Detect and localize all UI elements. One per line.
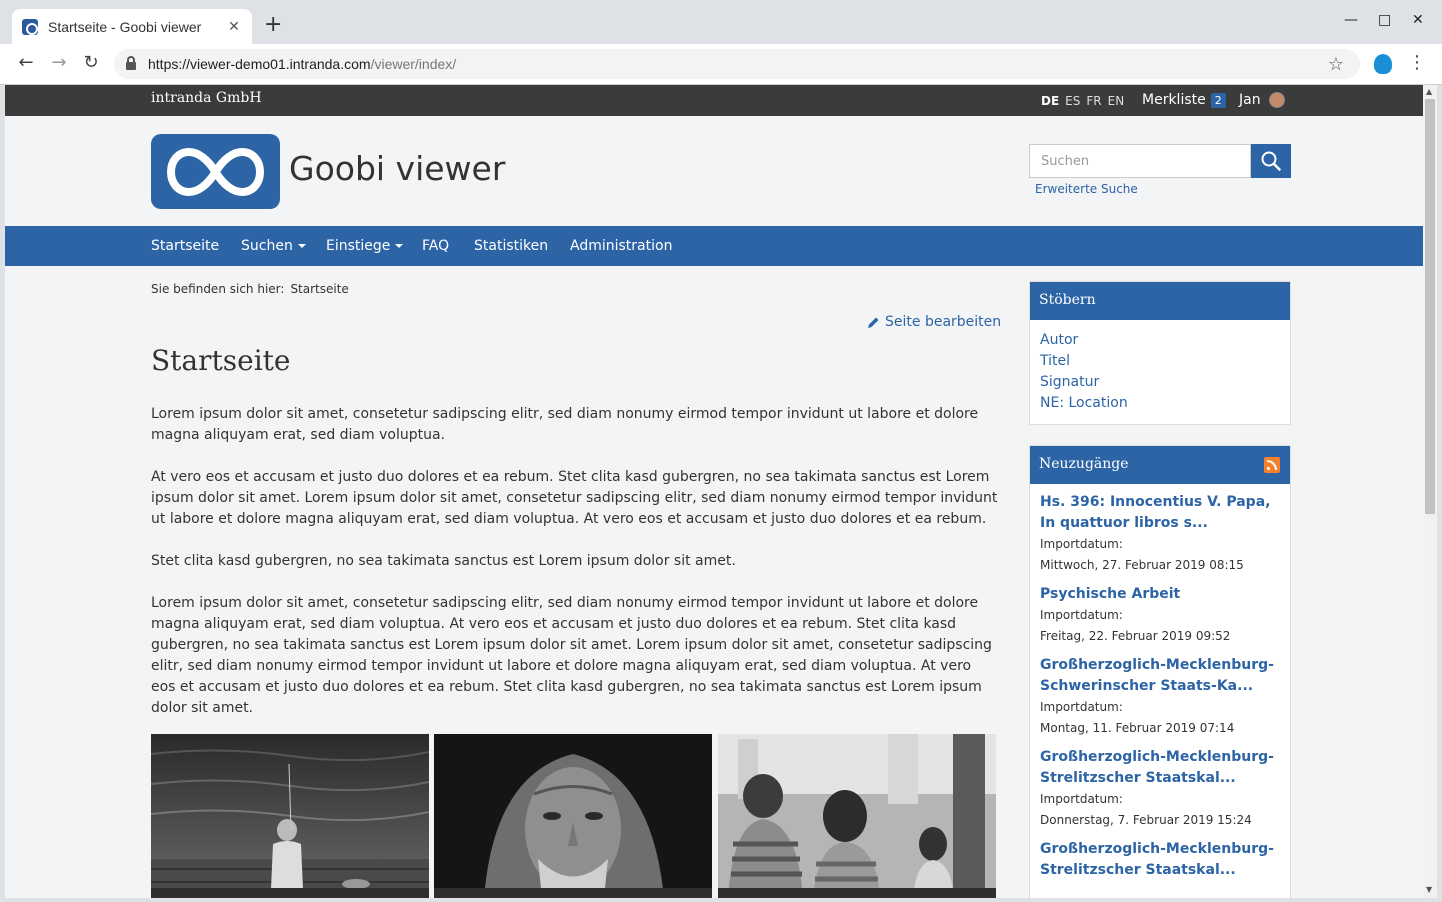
photo-child-fishing[interactable] <box>151 734 429 898</box>
nav-startseite[interactable]: Startseite <box>151 238 219 254</box>
main-navigation: Startseite Suchen Einstiege FAQ Statisti… <box>5 226 1423 266</box>
nav-administration[interactable]: Administration <box>570 238 672 254</box>
pencil-icon <box>868 317 879 328</box>
user-name: Jan <box>1239 92 1261 108</box>
list-item: Großherzoglich-Mecklenburg-Schwerinscher… <box>1040 655 1280 739</box>
browser-menu-icon[interactable]: ⋮ <box>1408 53 1426 73</box>
avatar <box>1268 92 1285 108</box>
merkliste-link[interactable]: Merkliste 2 <box>1142 92 1226 108</box>
browse-widget: Stöbern Autor Titel Signatur NE: Locatio… <box>1029 281 1291 425</box>
search-icon <box>1261 151 1281 171</box>
page-viewport: intranda GmbH DE ES FR EN Merkliste 2 Ja… <box>5 85 1423 898</box>
new-items-widget-header: Neuzugänge <box>1030 446 1290 484</box>
tab-title: Startseite - Goobi viewer <box>48 18 202 35</box>
browser-tab[interactable]: Startseite - Goobi viewer ✕ <box>12 9 252 44</box>
list-item: Psychische Arbeit Importdatum: Freitag, … <box>1040 584 1280 647</box>
edit-page-label: Seite bearbeiten <box>885 314 1002 330</box>
list-item: Großherzoglich-Mecklenburg-Strelitzscher… <box>1040 839 1280 881</box>
merkliste-label: Merkliste <box>1142 92 1206 108</box>
list-item: Großherzoglich-Mecklenburg-Strelitzscher… <box>1040 747 1280 831</box>
nav-suchen[interactable]: Suchen <box>241 238 306 254</box>
import-date-value: Montag, 11. Februar 2019 07:14 <box>1040 721 1235 735</box>
content-paragraph: At vero eos et accusam et justo duo dolo… <box>151 469 998 527</box>
new-item-title[interactable]: Psychische Arbeit <box>1040 584 1280 605</box>
scrollbar-thumb[interactable] <box>1425 99 1435 514</box>
photo-gallery <box>151 734 996 898</box>
favicon-icon <box>22 18 38 35</box>
content-paragraph: Lorem ipsum dolor sit amet, consetetur s… <box>151 595 992 716</box>
import-date-value: Donnerstag, 7. Februar 2019 15:24 <box>1040 813 1252 827</box>
advanced-search-link[interactable]: Erweiterte Suche <box>1035 182 1138 196</box>
tab-close-icon[interactable]: ✕ <box>226 19 242 35</box>
new-item-title[interactable]: Großherzoglich-Mecklenburg-Schwerinscher… <box>1040 655 1280 697</box>
content-paragraph: Lorem ipsum dolor sit amet, consetetur s… <box>151 406 979 443</box>
infinity-logo-icon <box>167 147 264 197</box>
import-date-label: Importdatum: <box>1040 537 1123 551</box>
import-date-label: Importdatum: <box>1040 792 1123 806</box>
new-tab-button[interactable]: + <box>264 14 282 36</box>
search-button[interactable] <box>1251 144 1291 178</box>
browser-tabbar: Startseite - Goobi viewer ✕ + — □ ✕ <box>0 0 1442 44</box>
search-input[interactable] <box>1029 144 1251 178</box>
browse-link-titel[interactable]: Titel <box>1040 351 1280 372</box>
import-date-value: Freitag, 22. Februar 2019 09:52 <box>1040 629 1231 643</box>
new-item-title[interactable]: Großherzoglich-Mecklenburg-Strelitzscher… <box>1040 839 1280 881</box>
browse-link-autor[interactable]: Autor <box>1040 330 1280 351</box>
language-switcher: DE ES FR EN <box>1041 94 1124 108</box>
extension-icon[interactable] <box>1374 54 1392 74</box>
scroll-up-arrow-icon[interactable]: ▲ <box>1426 87 1432 96</box>
maximize-button[interactable]: □ <box>1378 12 1391 28</box>
close-window-button[interactable]: ✕ <box>1412 12 1424 28</box>
new-item-title[interactable]: Hs. 396: Innocentius V. Papa, In quattuo… <box>1040 492 1280 534</box>
content-paragraph: Stet clita kasd gubergren, no sea takima… <box>151 553 736 569</box>
new-items-widget: Neuzugänge Hs. 396: Innocentius V. Papa,… <box>1029 445 1291 898</box>
page-scrollbar[interactable]: ▲ ▼ <box>1423 85 1437 898</box>
edit-page-link[interactable]: Seite bearbeiten <box>867 314 1001 330</box>
browse-widget-title: Stöbern <box>1030 282 1290 320</box>
new-items-widget-title: Neuzugänge <box>1039 456 1129 472</box>
nav-statistiken[interactable]: Statistiken <box>474 238 548 254</box>
bookmark-star-icon[interactable]: ☆ <box>1328 54 1344 75</box>
photo-old-man[interactable] <box>434 734 712 898</box>
breadcrumb-current[interactable]: Startseite <box>290 282 348 296</box>
rss-icon[interactable] <box>1264 457 1280 473</box>
site-logo[interactable] <box>151 134 280 209</box>
scroll-down-arrow-icon[interactable]: ▼ <box>1426 885 1432 894</box>
merkliste-count-badge: 2 <box>1210 92 1226 108</box>
caret-down-icon <box>297 244 306 248</box>
import-date-value: Mittwoch, 27. Februar 2019 08:15 <box>1040 558 1244 572</box>
forward-button[interactable]: → <box>47 52 71 73</box>
site-title: Goobi viewer <box>289 149 506 188</box>
lang-es[interactable]: ES <box>1065 94 1080 108</box>
import-date-label: Importdatum: <box>1040 700 1123 714</box>
company-name: intranda GmbH <box>151 90 262 106</box>
lang-fr[interactable]: FR <box>1086 94 1101 108</box>
list-item: Hs. 396: Innocentius V. Papa, In quattuo… <box>1040 492 1280 576</box>
new-item-title[interactable]: Großherzoglich-Mecklenburg-Strelitzscher… <box>1040 747 1280 789</box>
lang-en[interactable]: EN <box>1108 94 1125 108</box>
page-title: Startseite <box>151 344 291 377</box>
main-content: Lorem ipsum dolor sit amet, consetetur s… <box>151 404 999 740</box>
nav-einstiege[interactable]: Einstiege <box>326 238 404 254</box>
top-bar: intranda GmbH DE ES FR EN Merkliste 2 Ja… <box>5 85 1423 116</box>
back-button[interactable]: ← <box>14 52 38 73</box>
breadcrumb-prefix: Sie befinden sich hier: <box>151 282 285 296</box>
nav-faq[interactable]: FAQ <box>422 238 449 254</box>
reload-button[interactable]: ↻ <box>79 52 103 73</box>
browser-toolbar: ← → ↻ https://viewer-demo01.intranda.com… <box>0 44 1442 85</box>
browse-link-location[interactable]: NE: Location <box>1040 393 1280 414</box>
photo-children-street[interactable] <box>718 734 996 898</box>
breadcrumb: Sie befinden sich hier: Startseite <box>151 282 349 296</box>
minimize-button[interactable]: — <box>1344 12 1358 28</box>
browse-link-signatur[interactable]: Signatur <box>1040 372 1280 393</box>
lock-icon <box>126 56 136 70</box>
caret-down-icon <box>395 244 404 248</box>
lang-de[interactable]: DE <box>1041 94 1059 108</box>
user-menu[interactable]: Jan <box>1239 92 1285 108</box>
url-text: https://viewer-demo01.intranda.com/viewe… <box>148 56 457 72</box>
address-bar[interactable]: https://viewer-demo01.intranda.com/viewe… <box>114 49 1360 79</box>
import-date-label: Importdatum: <box>1040 608 1123 622</box>
